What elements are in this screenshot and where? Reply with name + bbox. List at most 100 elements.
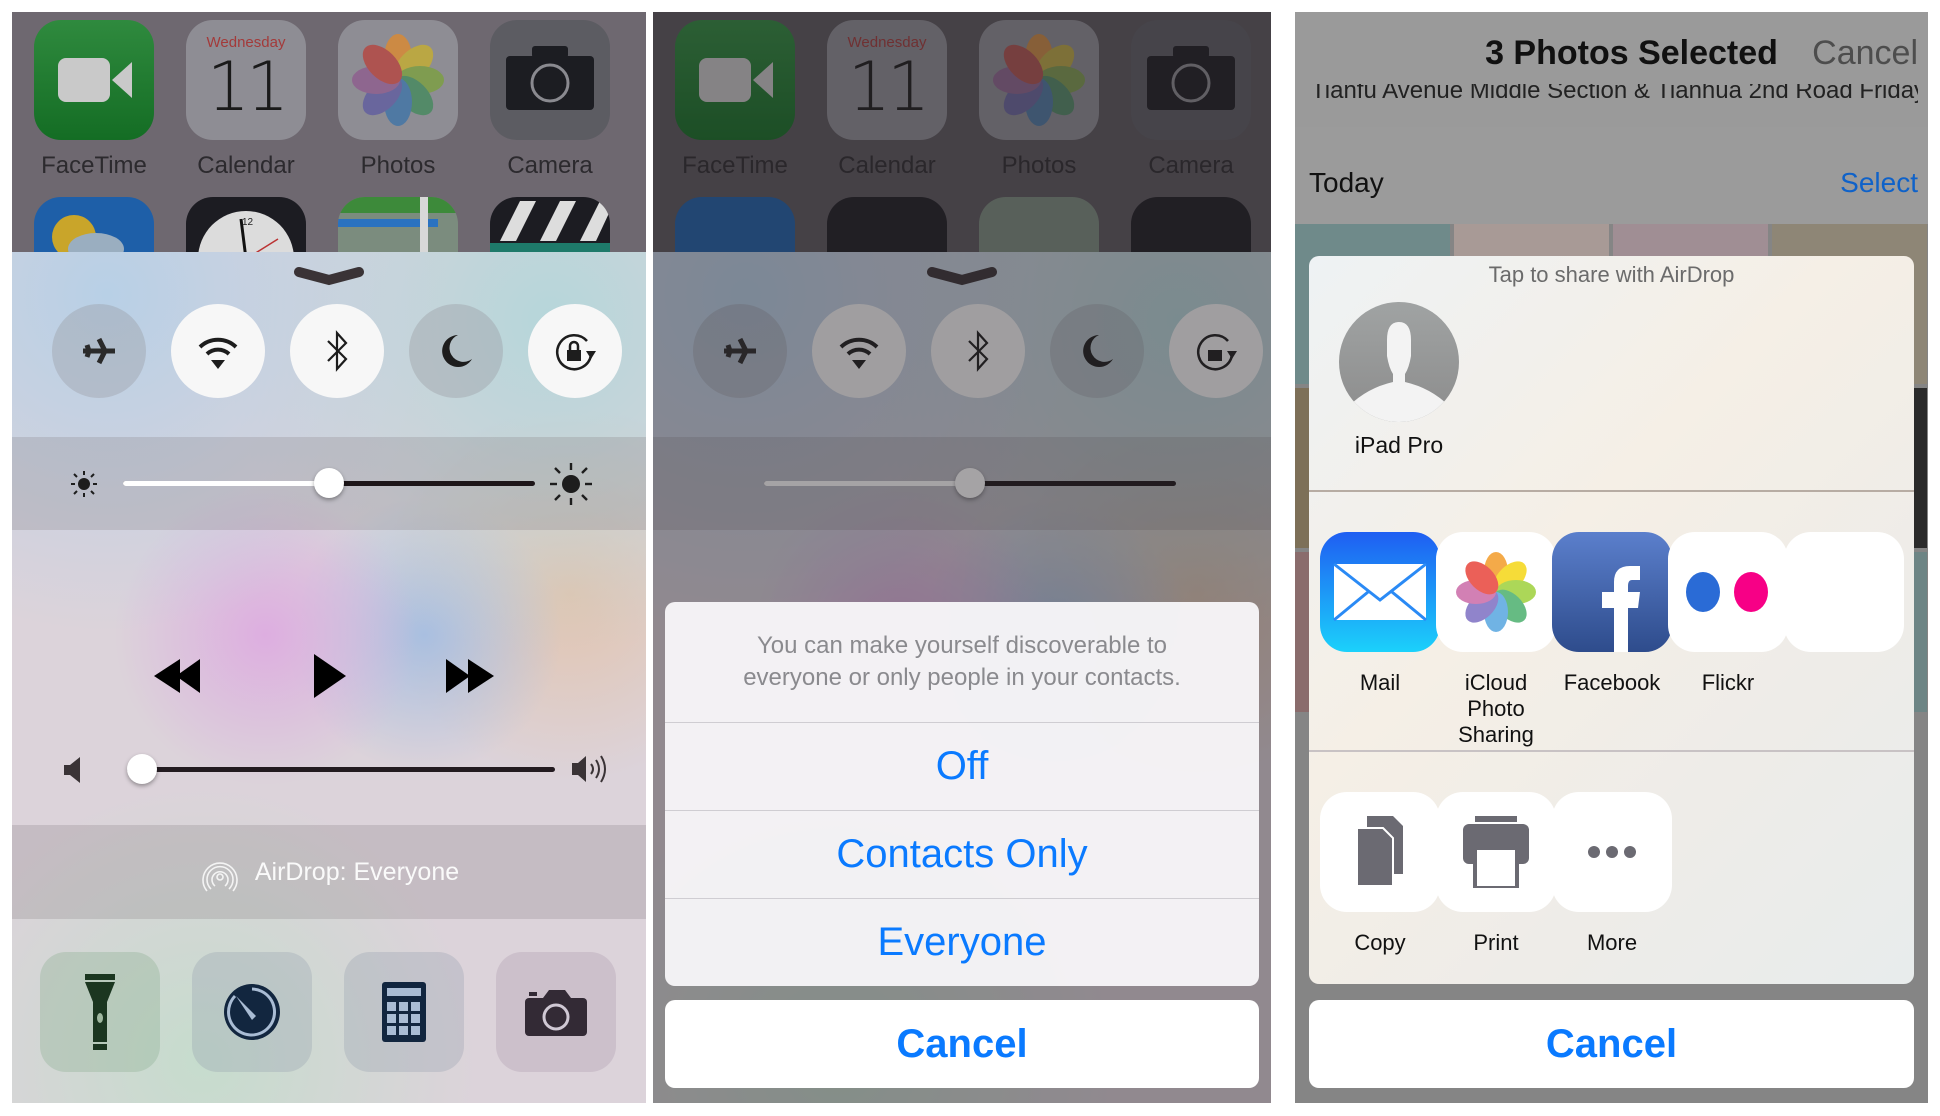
partial-app-icon: [1784, 532, 1904, 652]
fast-forward-icon: [446, 659, 494, 693]
camera-button[interactable]: [496, 952, 616, 1072]
action-copy[interactable]: Copy: [1320, 792, 1440, 956]
fast-forward-button[interactable]: [444, 654, 504, 698]
airdrop-options-sheet: You can make yourself discoverable to ev…: [665, 602, 1259, 986]
svg-text:12: 12: [242, 217, 254, 228]
sheet-message: You can make yourself discoverable to ev…: [743, 632, 1181, 691]
photos-share-screen: 3 Photos Selected Cancel Tianfu Avenue M…: [1295, 12, 1928, 1103]
action-print[interactable]: Print: [1436, 792, 1556, 956]
option-contacts-only[interactable]: Contacts Only: [665, 810, 1259, 898]
brightness-fill: [123, 481, 329, 486]
dismiss-handle[interactable]: [293, 266, 365, 288]
airdrop-icon: [202, 862, 238, 892]
brightness-thumb[interactable]: [314, 468, 344, 498]
cancel-button[interactable]: Cancel: [665, 1000, 1259, 1088]
rewind-button[interactable]: [152, 654, 212, 698]
volume-slider[interactable]: [127, 754, 555, 784]
timer-icon: [224, 984, 280, 1040]
share-icloud-photo-sharing[interactable]: iCloud Photo Sharing: [1436, 532, 1556, 748]
timer-button[interactable]: [192, 952, 312, 1072]
volume-high-icon: [572, 755, 606, 783]
airplane-mode-toggle[interactable]: [52, 304, 146, 398]
play-button[interactable]: [306, 650, 354, 702]
flickr-icon: [1668, 532, 1788, 652]
rewind-icon: [154, 659, 200, 693]
airplane-icon: [83, 337, 115, 365]
bluetooth-toggle[interactable]: [290, 304, 384, 398]
calculator-icon: [382, 982, 426, 1042]
play-icon: [314, 654, 346, 698]
share-cancel-button[interactable]: Cancel: [1309, 1000, 1914, 1088]
select-button[interactable]: Select: [1840, 167, 1918, 199]
brightness-slider[interactable]: [123, 468, 535, 498]
rotation-lock-icon: [555, 333, 596, 371]
wifi-icon: [198, 337, 238, 369]
action-more[interactable]: More: [1552, 792, 1672, 956]
do-not-disturb-toggle[interactable]: [409, 304, 503, 398]
flashlight-icon: [85, 974, 115, 1050]
share-label: Mail: [1359, 670, 1401, 695]
nav-cancel-button[interactable]: Cancel: [1812, 34, 1918, 73]
airdrop-label: AirDrop: Everyone: [254, 857, 460, 886]
divider: [1309, 750, 1914, 752]
share-more-apps-partial[interactable]: [1784, 532, 1904, 652]
person-silhouette-icon: [1349, 322, 1449, 422]
wifi-toggle[interactable]: [171, 304, 265, 398]
airdrop-options-screen: FaceTime Wednesday 11 Calendar Photos Ca…: [653, 12, 1271, 1103]
icloud-photo-sharing-icon: [1436, 532, 1556, 652]
volume-low-icon: [64, 757, 80, 783]
toggle-row: [40, 304, 622, 398]
action-label: Print: [1473, 930, 1519, 955]
mail-icon: [1320, 532, 1440, 652]
app-camera[interactable]: Camera: [490, 20, 610, 180]
share-flickr[interactable]: Flickr: [1668, 532, 1788, 696]
device-name: iPad Pro: [1354, 432, 1444, 458]
control-center: AirDrop: Everyone: [12, 252, 646, 1103]
calculator-button[interactable]: [344, 952, 464, 1072]
airdrop-device[interactable]: iPad Pro: [1339, 302, 1459, 459]
brightness-high-icon: [550, 463, 592, 505]
share-label: iCloud Photo Sharing: [1458, 670, 1534, 747]
app-label: FaceTime: [41, 152, 147, 179]
app-calendar[interactable]: Wednesday 11 Calendar: [186, 20, 306, 180]
facebook-icon: [1552, 532, 1672, 652]
calendar-day: 11: [206, 48, 290, 127]
home-screen-background: FaceTime Wednesday 11 Calendar Photos Ca…: [12, 12, 646, 317]
camera-icon: [525, 990, 587, 1036]
brightness-section: [12, 437, 646, 530]
more-icon: [1552, 792, 1672, 912]
share-label: Flickr: [1701, 670, 1755, 695]
facetime-icon: [34, 20, 154, 140]
rotation-lock-toggle[interactable]: [528, 304, 622, 398]
airdrop-button[interactable]: AirDrop: Everyone: [12, 825, 646, 919]
bluetooth-icon: [327, 330, 348, 372]
action-label: More: [1586, 930, 1638, 955]
avatar: [1339, 302, 1459, 422]
app-photos[interactable]: Photos: [338, 20, 458, 180]
volume-thumb[interactable]: [127, 754, 157, 784]
camera-icon: [490, 20, 610, 140]
option-off[interactable]: Off: [665, 722, 1259, 810]
copy-icon: [1320, 792, 1440, 912]
moon-icon: [442, 335, 472, 367]
share-sheet: Tap to share with AirDrop iPad Pro Mail …: [1309, 256, 1914, 984]
app-facetime[interactable]: FaceTime: [34, 20, 154, 180]
action-label: Copy: [1354, 930, 1406, 955]
section-title: Today: [1309, 167, 1384, 198]
share-mail[interactable]: Mail: [1320, 532, 1440, 696]
calendar-icon: Wednesday 11: [186, 20, 306, 140]
app-label: Camera: [507, 152, 593, 179]
airdrop-header: Tap to share with AirDrop: [1488, 262, 1735, 287]
share-facebook[interactable]: Facebook: [1552, 532, 1672, 696]
section-header: Today Select: [1295, 127, 1928, 224]
app-label: Calendar: [197, 152, 295, 179]
divider: [1309, 490, 1914, 492]
option-everyone[interactable]: Everyone: [665, 898, 1259, 986]
navigation-bar: 3 Photos Selected Cancel Tianfu Avenue M…: [1295, 12, 1928, 127]
flashlight-button[interactable]: [40, 952, 160, 1072]
brightness-low-icon: [71, 471, 97, 497]
print-icon: [1436, 792, 1556, 912]
photos-icon: [338, 20, 458, 140]
control-center-screen: FaceTime Wednesday 11 Calendar Photos Ca…: [12, 12, 646, 1103]
share-label: Facebook: [1563, 670, 1661, 695]
